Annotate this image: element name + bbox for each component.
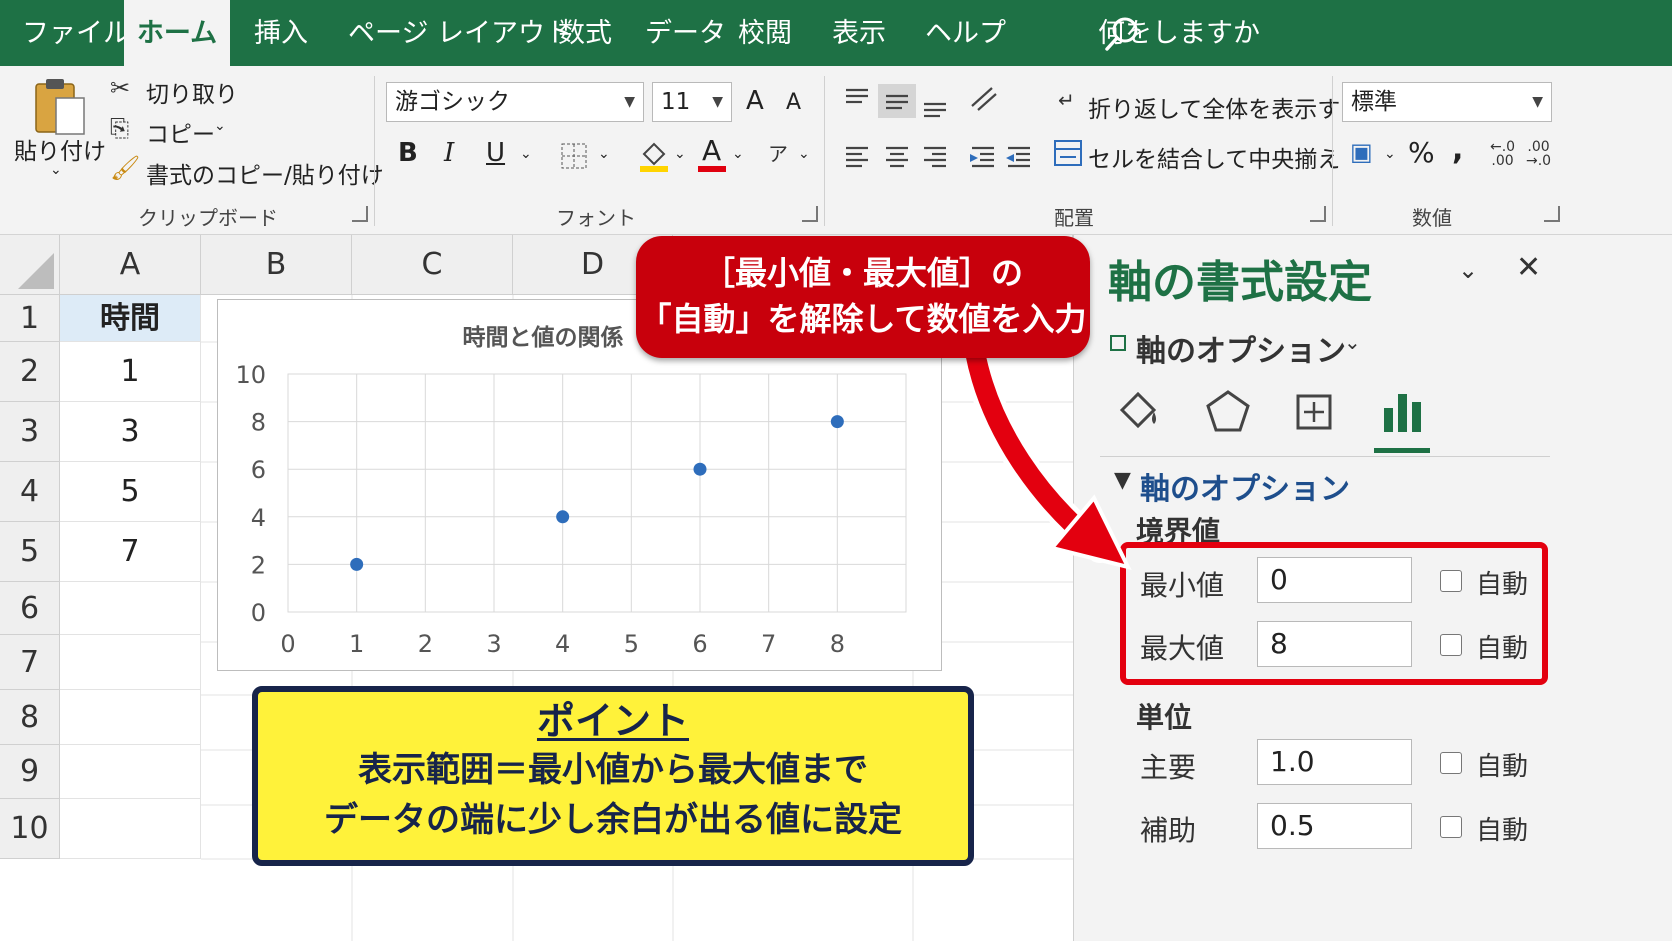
instruction-callout-line2: 「自動」を解除して数値を入力 [639,300,1087,338]
callout-arrow-icon [960,337,1132,570]
instruction-callout-line1: ［最小値・最大値］の [702,254,1023,292]
instruction-callout: ［最小値・最大値］の 「自動」を解除して数値を入力 [636,236,1090,358]
